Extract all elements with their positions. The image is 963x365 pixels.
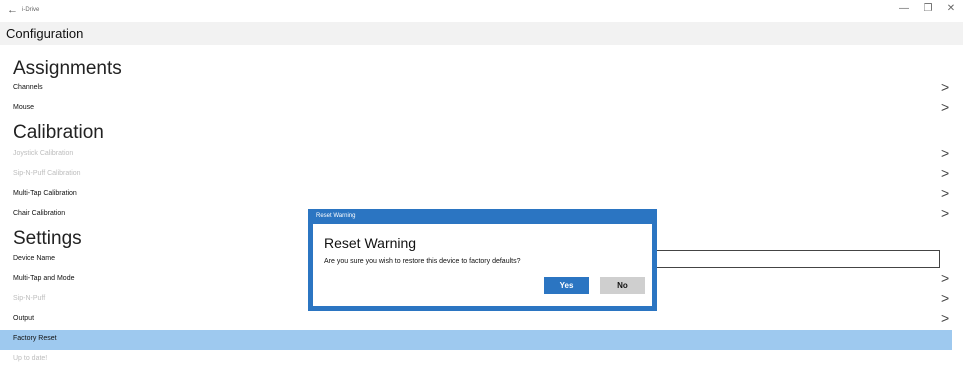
page-title: Configuration: [6, 26, 84, 41]
maximize-icon[interactable]: ❐: [921, 3, 935, 14]
item-label: Chair Calibration: [13, 210, 66, 217]
item-mouse[interactable]: Mouse >: [0, 99, 952, 119]
chevron-right-icon: >: [941, 185, 950, 201]
item-factory-reset[interactable]: Factory Reset: [0, 330, 952, 350]
back-arrow-icon[interactable]: ←: [7, 4, 18, 16]
close-icon[interactable]: ✕: [944, 3, 958, 14]
reset-warning-dialog: Reset Warning Reset Warning Are you sure…: [308, 209, 657, 311]
item-label: Multi-Tap and Mode: [13, 275, 75, 282]
dialog-body: Reset Warning Are you sure you wish to r…: [313, 224, 652, 306]
device-name-input[interactable]: [620, 250, 940, 268]
chevron-right-icon: >: [941, 165, 950, 181]
item-label: Sip-N-Puff: [13, 295, 46, 302]
yes-button[interactable]: Yes: [544, 277, 589, 294]
chevron-right-icon: >: [941, 290, 950, 306]
item-channels[interactable]: Channels >: [0, 79, 952, 99]
section-calibration: Calibration: [13, 122, 104, 143]
item-output[interactable]: Output >: [0, 310, 952, 330]
item-label: Sip-N-Puff Calibration: [13, 170, 81, 177]
dialog-title: Reset Warning: [316, 213, 356, 219]
item-label: Factory Reset: [13, 335, 57, 342]
item-sip-n-puff-calibration: Sip-N-Puff Calibration >: [0, 165, 952, 185]
item-label: Multi-Tap Calibration: [13, 190, 77, 197]
minimize-icon[interactable]: —: [897, 3, 911, 14]
chevron-right-icon: >: [941, 205, 950, 221]
item-label: Mouse: [13, 104, 35, 111]
item-multi-tap-calibration[interactable]: Multi-Tap Calibration >: [0, 185, 952, 205]
item-label: Channels: [13, 84, 43, 91]
chevron-right-icon: >: [941, 270, 950, 286]
page-header: Configuration: [0, 22, 963, 45]
item-label: Joystick Calibration: [13, 150, 74, 157]
chevron-right-icon: >: [941, 79, 950, 95]
no-button[interactable]: No: [600, 277, 645, 294]
chevron-right-icon: >: [941, 99, 950, 115]
chevron-right-icon: >: [941, 310, 950, 326]
chevron-right-icon: >: [941, 145, 950, 161]
item-joystick-calibration: Joystick Calibration >: [0, 145, 952, 165]
dialog-heading: Reset Warning: [324, 235, 417, 251]
section-assignments: Assignments: [13, 58, 122, 79]
dialog-message: Are you sure you wish to restore this de…: [324, 258, 521, 265]
app-name: i-Drive: [22, 7, 40, 13]
item-up-to-date: Up to date!: [0, 350, 952, 365]
status-text: Up to date!: [13, 355, 48, 362]
section-settings: Settings: [13, 228, 82, 249]
window-titlebar: ← i-Drive — ❐ ✕: [0, 0, 963, 22]
item-label: Output: [13, 315, 35, 322]
item-label: Device Name: [13, 255, 56, 262]
